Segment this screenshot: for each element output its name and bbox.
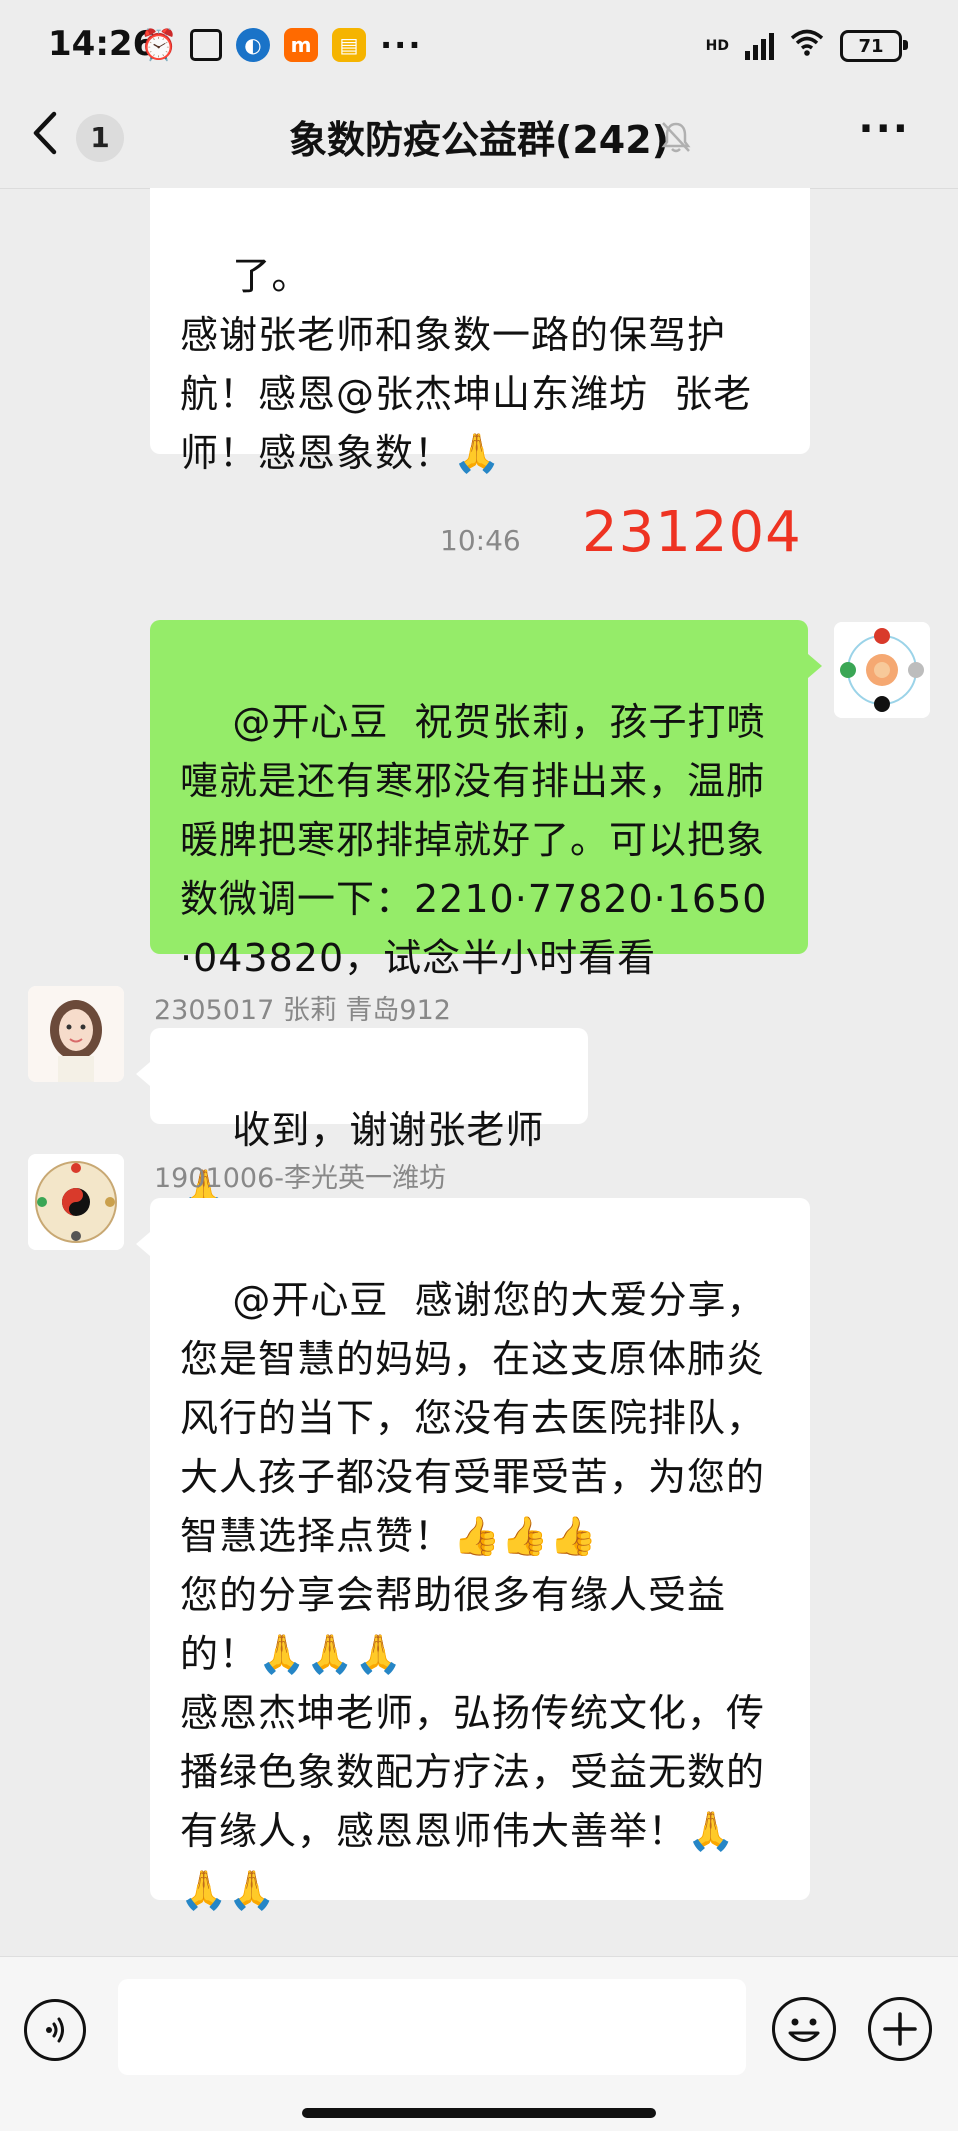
- self-avatar[interactable]: [834, 622, 930, 718]
- sender-avatar[interactable]: [28, 986, 124, 1082]
- chat-header: 1 象数防疫公益群(242) ···: [0, 92, 958, 189]
- home-indicator[interactable]: [302, 2108, 656, 2118]
- message-app-icon: ▤: [332, 28, 366, 62]
- signal-icon: [745, 32, 774, 60]
- nfc-icon: [190, 29, 222, 61]
- sender-name: 1901006-李光英一潍坊: [154, 1163, 446, 1194]
- message-text: @开心豆 感谢您的大爱分享，您是智慧的妈妈，在这支原体肺炎风行的当下，您没有去医…: [180, 1278, 766, 1912]
- status-icons-right: HD 71: [705, 28, 908, 64]
- hd-indicator: HD: [705, 38, 729, 54]
- plus-icon: [883, 2012, 917, 2046]
- sender-name: 2305017 张莉 青岛912: [154, 995, 451, 1026]
- voice-icon: [46, 2017, 64, 2043]
- message-bubble[interactable]: 了。 感谢张老师和象数一路的保驾护航！感恩@张杰坤山东潍坊 张老师！感恩象数！🙏: [150, 188, 810, 475]
- message-input[interactable]: [118, 1979, 746, 2075]
- mi-app-icon: m: [284, 28, 318, 62]
- sender-avatar[interactable]: [28, 1154, 124, 1250]
- emoji-button[interactable]: [772, 1997, 836, 2061]
- more-actions-button[interactable]: [868, 1997, 932, 2061]
- message-bubble-self[interactable]: @开心豆 祝贺张莉，孩子打喷嚏就是还有寒邪没有排出来，温肺暖脾把寒邪排掉就好了。…: [150, 620, 822, 980]
- message-bubble[interactable]: 收到，谢谢张老师🙏: [136, 1028, 588, 1211]
- more-options-button[interactable]: ···: [858, 106, 910, 152]
- more-notifications-icon: ···: [380, 26, 423, 64]
- message-list[interactable]: 了。 感谢张老师和象数一路的保驾护航！感恩@张杰坤山东潍坊 张老师！感恩象数！🙏…: [0, 188, 958, 1956]
- input-bar: [0, 1956, 958, 2131]
- mute-bell-icon: [660, 120, 692, 161]
- battery-icon: 71: [840, 30, 908, 62]
- avatar-image: [28, 1154, 124, 1250]
- emoji-icon: [788, 2018, 820, 2042]
- date-annotation: 231204: [582, 500, 802, 565]
- wifi-icon: [790, 28, 824, 64]
- message-text: @开心豆 祝贺张莉，孩子打喷嚏就是还有寒邪没有排出来，温肺暖脾把寒邪排掉就好了。…: [180, 700, 768, 980]
- app-notification-icon: ◐: [236, 28, 270, 62]
- message-text: 了。 感谢张老师和象数一路的保驾护航！感恩@张杰坤山东潍坊 张老师！感恩象数！🙏: [180, 254, 753, 475]
- status-bar: 14:26 ⏰ ◐ m ▤ ··· HD 71: [0, 0, 958, 92]
- voice-input-button[interactable]: [24, 1999, 86, 2061]
- avatar-image: [28, 986, 124, 1082]
- avatar-image: [834, 622, 930, 718]
- status-icons-left: ⏰ ◐ m ▤ ···: [140, 26, 423, 64]
- alarm-icon: ⏰: [140, 27, 178, 63]
- timestamp: 10:46: [440, 524, 521, 557]
- message-bubble[interactable]: @开心豆 感谢您的大爱分享，您是智慧的妈妈，在这支原体肺炎风行的当下，您没有去医…: [136, 1198, 810, 1912]
- chat-title: 象数防疫公益群(242): [288, 118, 670, 162]
